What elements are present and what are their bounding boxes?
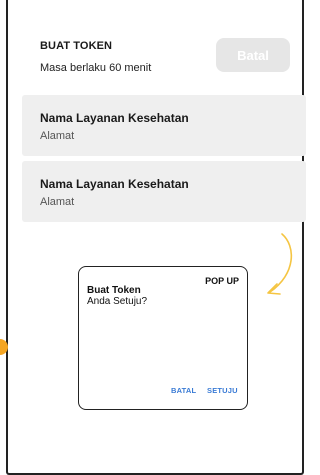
service-address: Alamat — [40, 196, 75, 208]
cancel-button[interactable]: Batal — [216, 38, 290, 72]
popup-question: Anda Setuju? — [87, 296, 148, 307]
validity-note: Masa berlaku 60 menit — [40, 62, 152, 74]
page-title: BUAT TOKEN — [40, 40, 113, 52]
popup-tag: POP UP — [205, 276, 239, 286]
popup-confirm-button[interactable]: SETUJU — [207, 386, 238, 395]
service-card[interactable]: Nama Layanan Kesehatan Alamat — [22, 95, 306, 156]
curved-arrow-icon — [267, 233, 293, 295]
confirm-popup: POP UP Buat Token Anda Setuju? BATAL SET… — [78, 266, 248, 410]
service-card[interactable]: Nama Layanan Kesehatan Alamat — [22, 161, 306, 222]
service-address: Alamat — [40, 130, 75, 142]
popup-cancel-button[interactable]: BATAL — [171, 386, 196, 395]
service-name: Nama Layanan Kesehatan — [40, 111, 189, 125]
popup-title: Buat Token — [87, 285, 141, 296]
service-name: Nama Layanan Kesehatan — [40, 177, 189, 191]
